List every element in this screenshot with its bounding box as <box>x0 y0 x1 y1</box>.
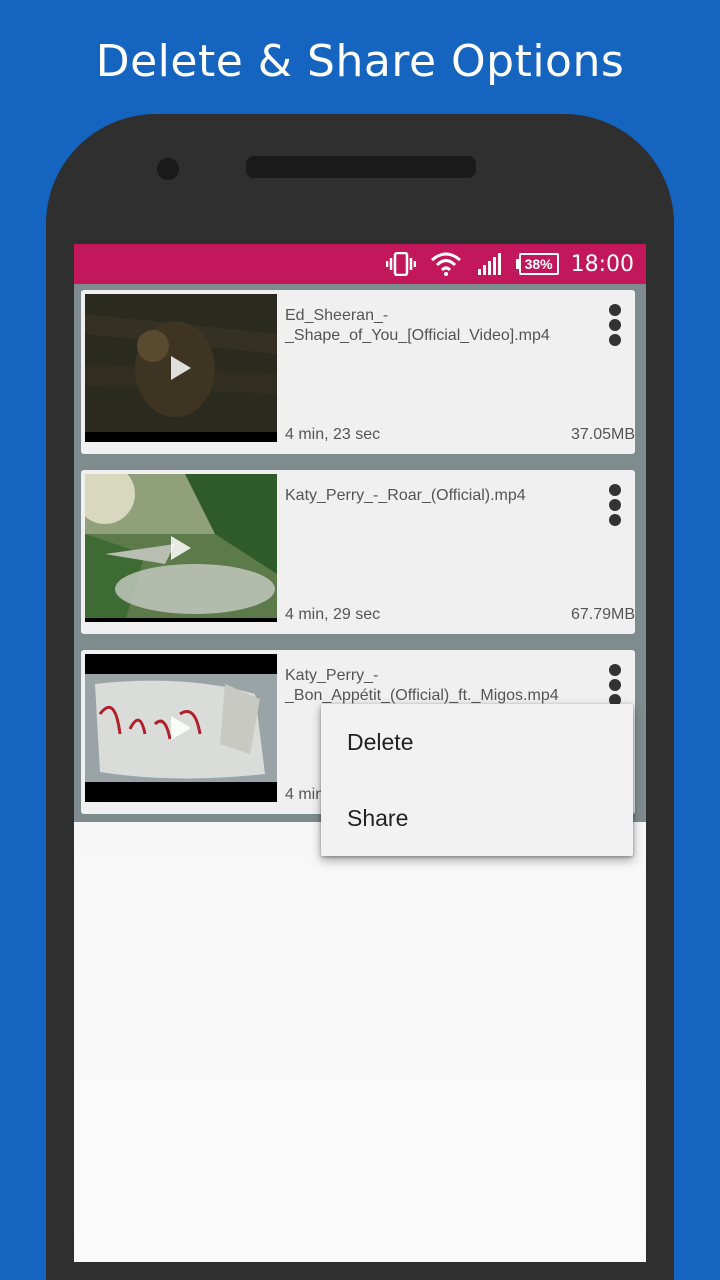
video-thumbnail[interactable] <box>85 654 277 802</box>
video-title: Ed_Sheeran_- _Shape_of_You_[Official_Vid… <box>285 307 550 344</box>
battery-level: 38% <box>518 253 559 275</box>
video-duration: 4 min, 29 sec <box>285 606 381 623</box>
front-camera <box>157 158 179 180</box>
video-size: 37.05MB <box>570 426 635 443</box>
status-bar: 38% 18:00 <box>74 244 646 284</box>
video-item[interactable]: Katy_Perry_-_Roar_(Official).mp4 4 min, … <box>81 470 635 634</box>
video-title: Katy_Perry_- _Bon_Appétit_(Official)_ft.… <box>285 667 559 704</box>
cell-signal-icon <box>476 252 502 276</box>
status-time: 18:00 <box>570 251 634 277</box>
battery-icon: 38% <box>515 253 559 275</box>
video-thumbnail[interactable] <box>85 294 277 442</box>
more-options-button[interactable] <box>603 482 627 528</box>
menu-item-delete[interactable]: Delete <box>321 704 633 780</box>
vibrate-icon <box>385 252 416 276</box>
options-menu: Delete Share <box>321 704 633 856</box>
promo-title: Delete & Share Options <box>95 36 625 87</box>
video-item[interactable]: Ed_Sheeran_- _Shape_of_You_[Official_Vid… <box>81 290 635 454</box>
phone-screen: 38% 18:00 Ed_Sheeran_- _Shape_of_You_[Of… <box>74 244 646 1262</box>
more-options-button[interactable] <box>603 302 627 348</box>
wifi-icon <box>430 252 462 276</box>
play-icon <box>171 536 191 560</box>
play-icon <box>171 716 191 740</box>
video-thumbnail[interactable] <box>85 474 277 622</box>
more-options-button[interactable] <box>603 662 627 708</box>
earpiece-speaker <box>246 156 476 178</box>
play-icon <box>171 356 191 380</box>
video-title: Katy_Perry_-_Roar_(Official).mp4 <box>285 487 526 504</box>
video-size: 67.79MB <box>570 606 635 623</box>
video-duration: 4 min, 23 sec <box>285 426 381 443</box>
menu-item-share[interactable]: Share <box>321 780 633 856</box>
